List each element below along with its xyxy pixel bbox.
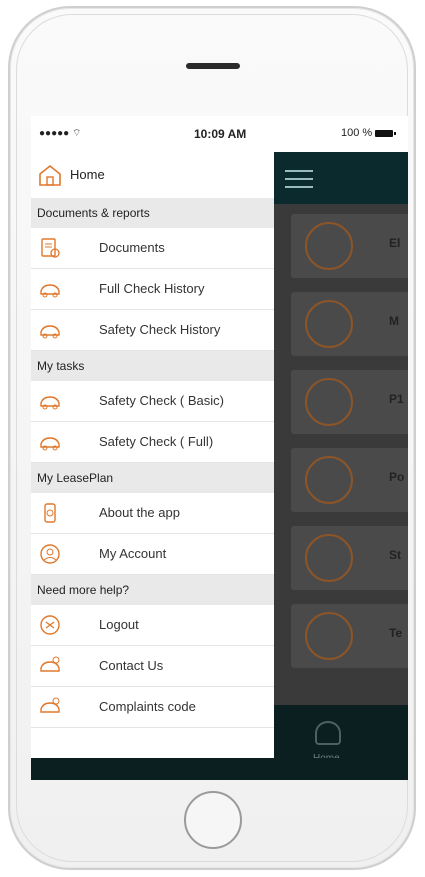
drawer-home-item[interactable]: Home	[31, 152, 274, 199]
drawer-item-my-account[interactable]: My Account	[31, 534, 274, 575]
drawer-item-complaints-code[interactable]: Complaints code	[31, 687, 274, 728]
phone-info-icon	[44, 503, 56, 523]
drawer-item-full-check-history[interactable]: Full Check History	[31, 269, 274, 310]
drawer-item-label: Complaints code	[99, 699, 196, 714]
drawer-item-label: Safety Check ( Full)	[99, 434, 214, 449]
drawer-item-contact-us[interactable]: Contact Us	[31, 646, 274, 687]
logout-icon	[40, 615, 60, 635]
home-icon	[39, 164, 61, 186]
section-documents-reports: Documents & reports	[31, 198, 274, 228]
car-check-icon	[40, 325, 60, 339]
connected-car-icon	[305, 612, 353, 660]
service-card[interactable]: St	[291, 526, 408, 590]
screen-bottom-strip	[31, 758, 408, 780]
drawer-item-label: About the app	[99, 505, 180, 520]
drawer-home-label: Home	[70, 167, 105, 182]
drawer-item-label: Full Check History	[99, 281, 205, 296]
drawer-item-label: Logout	[99, 617, 139, 632]
drawer-item-label: Safety Check ( Basic)	[99, 393, 224, 408]
drawer-item-label: Documents	[99, 240, 165, 255]
car-check-icon	[40, 284, 60, 298]
screen: ●●●●● ⌔ 10:09 AM 100 % El M P1 Po St Te …	[31, 116, 408, 780]
status-time: 10:09 AM	[194, 127, 247, 141]
battery-indicator: 100 %	[341, 127, 397, 139]
card-label: M	[389, 314, 399, 328]
document-icon	[305, 300, 353, 348]
home-icon[interactable]	[315, 721, 341, 745]
car-check-icon	[40, 396, 60, 410]
service-card[interactable]: Te	[291, 604, 408, 668]
section-title: My tasks	[37, 359, 85, 373]
service-card[interactable]: El	[291, 214, 408, 278]
section-title: Need more help?	[37, 583, 130, 597]
drawer-item-label: Contact Us	[99, 658, 164, 673]
service-card[interactable]: Po	[291, 448, 408, 512]
car-question-icon	[305, 534, 353, 582]
car-contact-icon	[40, 656, 60, 672]
drawer-item-label: My Account	[99, 546, 167, 561]
parking-icon	[305, 456, 353, 504]
section-title: My LeasePlan	[37, 471, 114, 485]
fuel-gauge-icon	[305, 378, 353, 426]
drawer-item-safety-check-history[interactable]: Safety Check History	[31, 310, 274, 351]
section-title: Documents & reports	[37, 206, 150, 220]
section-my-tasks: My tasks	[31, 351, 274, 381]
card-label: P1	[389, 392, 404, 406]
device-home-button[interactable]	[184, 791, 242, 849]
documents-icon	[41, 238, 60, 258]
service-card[interactable]: P1	[291, 370, 408, 434]
car-check-icon	[40, 437, 60, 451]
battery-icon	[375, 129, 397, 137]
drawer-item-safety-check-full[interactable]: Safety Check ( Full)	[31, 422, 274, 463]
battery-percent: 100 %	[341, 127, 373, 139]
service-card[interactable]: M	[291, 292, 408, 356]
drawer-item-logout[interactable]: Logout	[31, 605, 274, 646]
speaker-grille	[186, 63, 240, 69]
section-need-more-help: Need more help?	[31, 575, 274, 605]
card-label: Te	[389, 626, 403, 640]
status-bar: ●●●●● ⌔ 10:09 AM 100 %	[31, 116, 408, 153]
drawer-item-documents[interactable]: Documents	[31, 228, 274, 269]
drawer-item-safety-check-basic[interactable]: Safety Check ( Basic)	[31, 381, 274, 422]
user-icon	[40, 544, 60, 564]
electric-car-icon	[305, 222, 353, 270]
navigation-drawer: Home Documents & reports Documents Full …	[31, 152, 274, 780]
drawer-item-about-app[interactable]: About the app	[31, 493, 274, 534]
card-label: St	[389, 548, 401, 562]
card-label: El	[389, 236, 401, 250]
drawer-item-label: Safety Check History	[99, 322, 221, 337]
menu-icon[interactable]	[285, 164, 313, 194]
car-contact-icon	[40, 697, 60, 713]
card-label: Po	[389, 470, 405, 484]
signal-indicator: ●●●●● ⌔	[39, 128, 82, 139]
section-my-leaseplan: My LeasePlan	[31, 463, 274, 493]
